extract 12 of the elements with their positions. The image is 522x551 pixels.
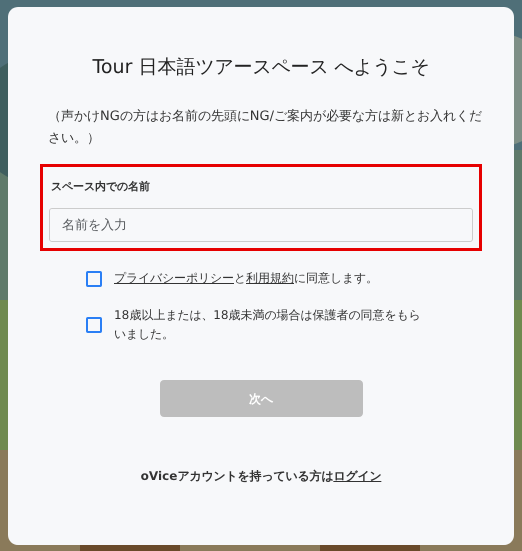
name-input-field[interactable]: 名前を入力 bbox=[49, 208, 473, 242]
checkbox[interactable] bbox=[86, 270, 102, 286]
consent-text: 18歳以上または、18歳未満の場合は保護者の同意をもらいました。 bbox=[114, 307, 422, 343]
field-label: スペース内での名前 bbox=[51, 178, 150, 194]
link[interactable]: プライバシーポリシー bbox=[114, 271, 234, 285]
link[interactable]: 利用規約 bbox=[246, 271, 294, 285]
instruction-text: （声かけNGの方はお名前の先頭にNG/ご案内が必要な方は新とお入れください。） bbox=[48, 108, 482, 148]
dialog-title: Tour 日本語ツアースペース へようこそ bbox=[92, 55, 430, 80]
login-prompt: oViceアカウントを持っている方は ログイン bbox=[140, 469, 382, 483]
consent-text: プライバシーポリシー と 利用規約に同意します。 bbox=[114, 270, 378, 287]
checkbox[interactable] bbox=[86, 317, 102, 333]
link[interactable]: ログイン bbox=[333, 469, 382, 483]
